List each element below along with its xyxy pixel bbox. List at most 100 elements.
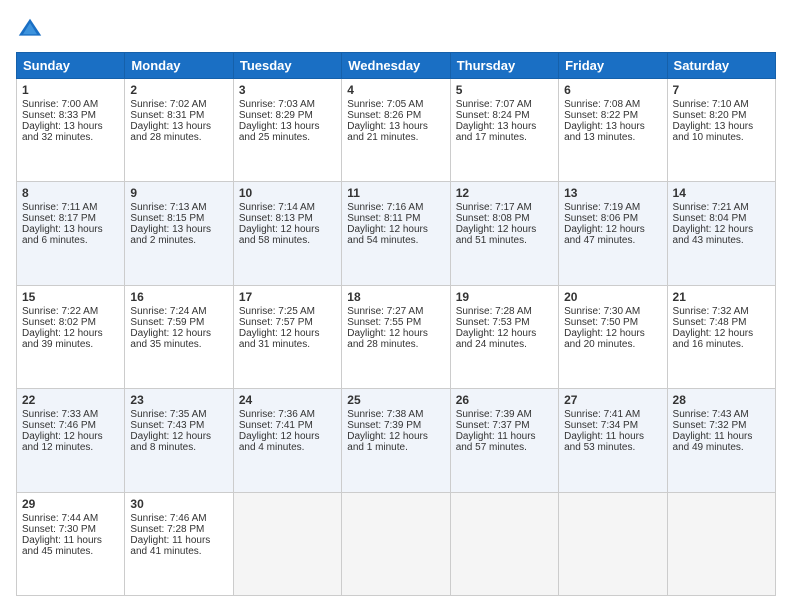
sunset: Sunset: 7:46 PM — [22, 420, 96, 431]
sunrise: Sunrise: 7:07 AM — [456, 99, 532, 110]
sunset: Sunset: 8:20 PM — [673, 110, 747, 121]
sunset: Sunset: 7:57 PM — [239, 317, 313, 328]
daylight-minutes: and 45 minutes. — [22, 546, 93, 557]
day-number: 16 — [130, 290, 227, 304]
daylight-label: Daylight: 12 hours — [673, 224, 754, 235]
sunset: Sunset: 7:59 PM — [130, 317, 204, 328]
daylight-minutes: and 43 minutes. — [673, 235, 744, 246]
sunset: Sunset: 8:29 PM — [239, 110, 313, 121]
day-number: 19 — [456, 290, 553, 304]
calendar-cell: 11 Sunrise: 7:16 AM Sunset: 8:11 PM Dayl… — [342, 182, 450, 285]
day-number: 30 — [130, 497, 227, 511]
col-header-friday: Friday — [559, 53, 667, 79]
calendar-cell: 21 Sunrise: 7:32 AM Sunset: 7:48 PM Dayl… — [667, 285, 775, 388]
calendar-cell: 5 Sunrise: 7:07 AM Sunset: 8:24 PM Dayli… — [450, 79, 558, 182]
daylight-minutes: and 28 minutes. — [347, 339, 418, 350]
daylight-minutes: and 54 minutes. — [347, 235, 418, 246]
daylight-label: Daylight: 12 hours — [239, 328, 320, 339]
sunrise: Sunrise: 7:05 AM — [347, 99, 423, 110]
calendar-cell: 12 Sunrise: 7:17 AM Sunset: 8:08 PM Dayl… — [450, 182, 558, 285]
daylight-minutes: and 10 minutes. — [673, 132, 744, 143]
calendar-cell: 25 Sunrise: 7:38 AM Sunset: 7:39 PM Dayl… — [342, 389, 450, 492]
calendar-cell: 29 Sunrise: 7:44 AM Sunset: 7:30 PM Dayl… — [17, 492, 125, 595]
logo-icon — [16, 16, 44, 44]
daylight-minutes: and 20 minutes. — [564, 339, 635, 350]
day-number: 29 — [22, 497, 119, 511]
calendar-cell — [342, 492, 450, 595]
daylight-label: Daylight: 13 hours — [673, 121, 754, 132]
sunset: Sunset: 7:28 PM — [130, 524, 204, 535]
calendar-cell — [450, 492, 558, 595]
sunset: Sunset: 8:06 PM — [564, 213, 638, 224]
daylight-minutes: and 41 minutes. — [130, 546, 201, 557]
sunset: Sunset: 8:24 PM — [456, 110, 530, 121]
calendar-cell: 8 Sunrise: 7:11 AM Sunset: 8:17 PM Dayli… — [17, 182, 125, 285]
daylight-label: Daylight: 13 hours — [130, 224, 211, 235]
daylight-label: Daylight: 12 hours — [130, 328, 211, 339]
daylight-minutes: and 24 minutes. — [456, 339, 527, 350]
sunset: Sunset: 8:15 PM — [130, 213, 204, 224]
calendar-cell: 13 Sunrise: 7:19 AM Sunset: 8:06 PM Dayl… — [559, 182, 667, 285]
daylight-minutes: and 1 minute. — [347, 442, 408, 453]
sunset: Sunset: 8:17 PM — [22, 213, 96, 224]
calendar-cell — [667, 492, 775, 595]
sunset: Sunset: 8:33 PM — [22, 110, 96, 121]
day-number: 18 — [347, 290, 444, 304]
daylight-minutes: and 32 minutes. — [22, 132, 93, 143]
col-header-thursday: Thursday — [450, 53, 558, 79]
daylight-minutes: and 51 minutes. — [456, 235, 527, 246]
sunrise: Sunrise: 7:13 AM — [130, 202, 206, 213]
sunset: Sunset: 7:50 PM — [564, 317, 638, 328]
calendar-week-row: 8 Sunrise: 7:11 AM Sunset: 8:17 PM Dayli… — [17, 182, 776, 285]
calendar-cell: 23 Sunrise: 7:35 AM Sunset: 7:43 PM Dayl… — [125, 389, 233, 492]
calendar-header-row: SundayMondayTuesdayWednesdayThursdayFrid… — [17, 53, 776, 79]
sunrise: Sunrise: 7:17 AM — [456, 202, 532, 213]
calendar-cell: 14 Sunrise: 7:21 AM Sunset: 8:04 PM Dayl… — [667, 182, 775, 285]
sunrise: Sunrise: 7:44 AM — [22, 513, 98, 524]
sunrise: Sunrise: 7:33 AM — [22, 409, 98, 420]
sunset: Sunset: 7:34 PM — [564, 420, 638, 431]
calendar-cell: 24 Sunrise: 7:36 AM Sunset: 7:41 PM Dayl… — [233, 389, 341, 492]
daylight-label: Daylight: 11 hours — [564, 431, 644, 442]
sunrise: Sunrise: 7:03 AM — [239, 99, 315, 110]
calendar-cell — [559, 492, 667, 595]
sunset: Sunset: 7:55 PM — [347, 317, 421, 328]
day-number: 1 — [22, 83, 119, 97]
day-number: 24 — [239, 393, 336, 407]
calendar-table: SundayMondayTuesdayWednesdayThursdayFrid… — [16, 52, 776, 596]
sunset: Sunset: 8:08 PM — [456, 213, 530, 224]
sunrise: Sunrise: 7:30 AM — [564, 306, 640, 317]
daylight-label: Daylight: 12 hours — [347, 224, 428, 235]
day-number: 11 — [347, 186, 444, 200]
day-number: 5 — [456, 83, 553, 97]
daylight-label: Daylight: 12 hours — [22, 328, 103, 339]
day-number: 23 — [130, 393, 227, 407]
daylight-minutes: and 58 minutes. — [239, 235, 310, 246]
sunset: Sunset: 8:26 PM — [347, 110, 421, 121]
day-number: 10 — [239, 186, 336, 200]
day-number: 25 — [347, 393, 444, 407]
sunset: Sunset: 7:37 PM — [456, 420, 530, 431]
sunrise: Sunrise: 7:32 AM — [673, 306, 749, 317]
sunrise: Sunrise: 7:11 AM — [22, 202, 97, 213]
daylight-label: Daylight: 12 hours — [22, 431, 103, 442]
col-header-saturday: Saturday — [667, 53, 775, 79]
calendar-cell: 9 Sunrise: 7:13 AM Sunset: 8:15 PM Dayli… — [125, 182, 233, 285]
day-number: 12 — [456, 186, 553, 200]
sunrise: Sunrise: 7:36 AM — [239, 409, 315, 420]
sunset: Sunset: 7:41 PM — [239, 420, 313, 431]
sunrise: Sunrise: 7:14 AM — [239, 202, 315, 213]
sunrise: Sunrise: 7:10 AM — [673, 99, 749, 110]
sunrise: Sunrise: 7:46 AM — [130, 513, 206, 524]
calendar-cell: 4 Sunrise: 7:05 AM Sunset: 8:26 PM Dayli… — [342, 79, 450, 182]
daylight-label: Daylight: 12 hours — [239, 224, 320, 235]
daylight-label: Daylight: 13 hours — [239, 121, 320, 132]
sunset: Sunset: 7:32 PM — [673, 420, 747, 431]
daylight-label: Daylight: 13 hours — [130, 121, 211, 132]
sunrise: Sunrise: 7:21 AM — [673, 202, 749, 213]
page: SundayMondayTuesdayWednesdayThursdayFrid… — [0, 0, 792, 612]
sunrise: Sunrise: 7:00 AM — [22, 99, 98, 110]
sunset: Sunset: 7:39 PM — [347, 420, 421, 431]
calendar-cell: 1 Sunrise: 7:00 AM Sunset: 8:33 PM Dayli… — [17, 79, 125, 182]
daylight-minutes: and 17 minutes. — [456, 132, 527, 143]
